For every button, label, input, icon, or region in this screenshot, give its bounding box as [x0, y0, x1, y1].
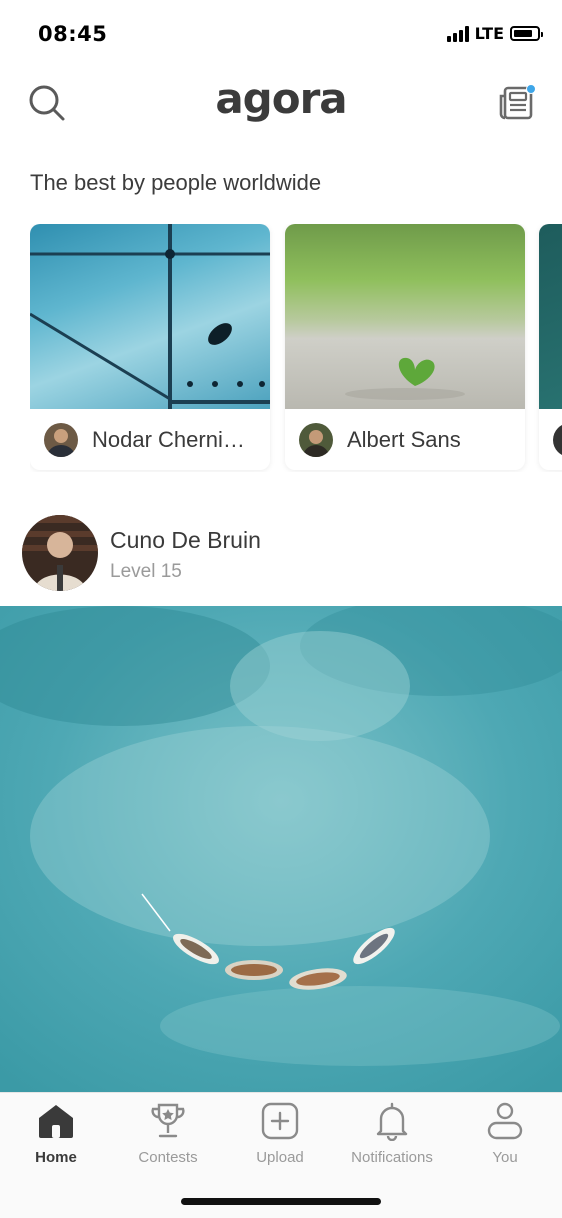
- notification-dot: [526, 84, 536, 94]
- post-header: Cuno De Bruin Level 15: [22, 515, 542, 593]
- post-author-name[interactable]: Cuno De Bruin: [110, 527, 261, 554]
- app-header: agora: [0, 68, 562, 138]
- avatar[interactable]: [22, 515, 98, 591]
- tab-notifications[interactable]: Notifications: [336, 1101, 448, 1171]
- card-footer: [539, 409, 562, 470]
- featured-photo: [539, 224, 562, 409]
- newspaper-icon[interactable]: [496, 82, 538, 124]
- tab-upload[interactable]: Upload: [224, 1101, 336, 1171]
- tab-home[interactable]: Home: [0, 1101, 112, 1171]
- featured-card[interactable]: Albert Sans: [285, 224, 525, 470]
- home-indicator: [181, 1198, 381, 1205]
- bell-icon: [376, 1102, 408, 1141]
- status-time: 08:45: [38, 22, 108, 46]
- user-icon: [487, 1102, 523, 1140]
- avatar[interactable]: [44, 422, 78, 457]
- tab-label: You: [492, 1149, 518, 1166]
- trophy-icon: [151, 1103, 185, 1138]
- network-type: LTE: [474, 24, 504, 43]
- post-photo[interactable]: [0, 606, 562, 1094]
- featured-photo: [30, 224, 270, 409]
- card-author-name[interactable]: Nodar Cherni…: [92, 427, 245, 453]
- tab-label: Home: [35, 1149, 77, 1166]
- post-author-level: Level 15: [110, 561, 182, 582]
- home-icon: [39, 1105, 73, 1138]
- featured-card[interactable]: [539, 224, 562, 470]
- card-footer: Albert Sans: [285, 409, 525, 470]
- featured-card[interactable]: Nodar Cherni…: [30, 224, 270, 470]
- section-title: The best by people worldwide: [30, 170, 322, 195]
- avatar[interactable]: [299, 422, 333, 457]
- avatar[interactable]: [553, 422, 562, 457]
- tab-label: Notifications: [351, 1149, 433, 1166]
- battery-icon: [510, 26, 543, 41]
- signal-icon: [446, 25, 469, 42]
- status-bar: 08:45 LTE: [0, 0, 562, 64]
- tab-contests[interactable]: Contests: [112, 1101, 224, 1171]
- tab-label: Contests: [138, 1149, 198, 1166]
- featured-carousel[interactable]: Nodar Cherni… Albert Sans: [30, 224, 562, 472]
- featured-photo: [285, 224, 525, 409]
- tab-label: Upload: [256, 1149, 304, 1166]
- card-footer: Nodar Cherni…: [30, 409, 270, 470]
- card-author-name[interactable]: Albert Sans: [347, 427, 461, 453]
- tab-you[interactable]: You: [449, 1101, 561, 1171]
- brand-logo: agora: [215, 74, 347, 123]
- plus-square-icon: [261, 1102, 299, 1140]
- status-indicators: LTE: [446, 24, 543, 43]
